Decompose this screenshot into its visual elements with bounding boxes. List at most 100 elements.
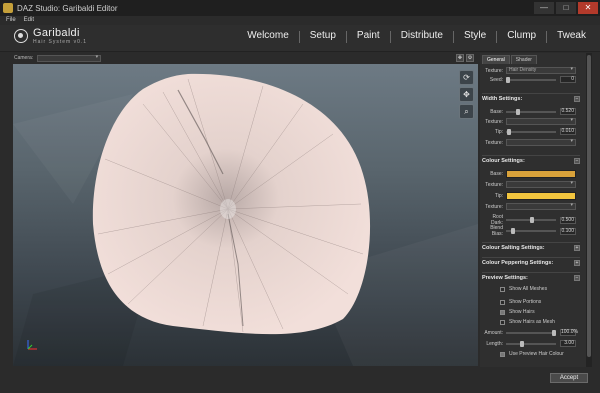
nav-paint[interactable]: Paint (357, 30, 380, 43)
show-hairs-checkbox[interactable] (500, 309, 505, 315)
show-portions-checkbox[interactable] (500, 299, 505, 305)
3d-viewport[interactable]: ⟳ ✥ ⌕ (13, 64, 478, 366)
daz-app-icon (3, 3, 13, 13)
frame-icon[interactable]: ✥ (456, 54, 464, 62)
collapse-icon[interactable]: − (574, 158, 580, 164)
rotate-icon[interactable]: ⟳ (459, 70, 474, 85)
nav-divider (345, 31, 347, 43)
colour-texture-select[interactable] (506, 181, 576, 188)
nav-setup[interactable]: Setup (310, 30, 336, 43)
show-all-meshes-option[interactable]: Show All Meshes (500, 286, 547, 292)
width-base-slider[interactable] (506, 108, 556, 115)
width-tip-value[interactable]: 0.010 (560, 128, 576, 135)
width-texture2-label: Texture: (485, 139, 503, 146)
length-value[interactable]: 3.00 (560, 340, 576, 347)
editor-header: Garibaldi Hair System v0.1 Welcome Setup… (0, 25, 600, 52)
nav-welcome[interactable]: Welcome (247, 30, 289, 43)
nav-tweak[interactable]: Tweak (557, 30, 586, 43)
zoom-icon[interactable]: ⌕ (459, 104, 474, 119)
pan-icon[interactable]: ✥ (459, 87, 474, 102)
colour-salting-title: Colour Salting Settings: (482, 245, 545, 251)
colour-texture-label: Texture: (485, 181, 503, 188)
seed-slider[interactable] (506, 76, 556, 83)
amount-label: Amount: (484, 329, 503, 336)
texture-label: Texture: (485, 67, 503, 74)
garibaldi-logo-icon (14, 29, 28, 43)
camera-label: Camera: (14, 55, 34, 61)
settings-panel: General Shader Texture: Hair Density See… (480, 53, 586, 367)
panel-scrollbar[interactable] (586, 53, 592, 367)
title-bar: DAZ Studio: Garibaldi Editor — □ ✕ (0, 0, 600, 16)
root-dark-slider[interactable] (506, 217, 556, 223)
show-portions-label: Show Portions (509, 299, 542, 305)
seed-label: Seed: (489, 76, 503, 83)
colour-peppering-header[interactable]: Colour Peppering Settings: + (482, 257, 580, 268)
show-hairs-label: Show Hairs (509, 309, 535, 315)
preview-settings-header[interactable]: Preview Settings: − (482, 272, 580, 283)
colour-texture2-select[interactable] (506, 203, 576, 210)
collapse-icon[interactable]: − (574, 96, 580, 102)
colour-salting-header[interactable]: Colour Salting Settings: + (482, 242, 580, 253)
amount-value[interactable]: 100.0% (560, 329, 578, 336)
show-hairs-as-mesh-option[interactable]: Show Hairs as Mesh (500, 319, 555, 325)
width-base-value[interactable]: 0.520 (560, 108, 576, 115)
width-settings-header[interactable]: Width Settings: − (482, 93, 580, 104)
viewport-scene (13, 73, 478, 366)
camera-select[interactable] (37, 54, 102, 62)
menu-file[interactable]: File (6, 16, 16, 25)
logo-subtitle: Hair System v0.1 (33, 39, 88, 45)
tab-general[interactable]: General (482, 55, 510, 64)
colour-base-swatch[interactable] (506, 170, 576, 178)
menu-edit[interactable]: Edit (24, 16, 34, 25)
window-title: DAZ Studio: Garibaldi Editor (17, 3, 118, 13)
minimize-button[interactable]: — (534, 2, 554, 14)
expand-icon[interactable]: + (574, 260, 580, 266)
nav-distribute[interactable]: Distribute (401, 30, 443, 43)
width-texture-label: Texture: (485, 118, 503, 125)
colour-peppering-title: Colour Peppering Settings: (482, 260, 554, 266)
blend-bias-slider[interactable] (506, 228, 556, 234)
colour-base-label: Base: (490, 171, 503, 177)
length-label: Length: (486, 340, 503, 347)
colour-settings-header[interactable]: Colour Settings: − (482, 155, 580, 166)
nav-divider (452, 31, 454, 43)
nav-divider (546, 31, 548, 43)
main-nav: Welcome Setup Paint Distribute Style Clu… (247, 30, 586, 43)
collapse-icon[interactable]: − (574, 275, 580, 281)
show-hairs-as-mesh-checkbox[interactable] (500, 319, 505, 325)
colour-tip-swatch[interactable] (506, 192, 576, 200)
scrollbar-thumb[interactable] (587, 55, 591, 357)
maximize-button[interactable]: □ (556, 2, 576, 14)
width-texture-select[interactable] (506, 118, 576, 125)
colour-texture2-label: Texture: (485, 203, 503, 210)
blend-bias-value[interactable]: 0.100 (560, 227, 576, 235)
amount-slider[interactable] (506, 329, 556, 336)
garibaldi-editor-window: DAZ Studio: Garibaldi Editor — □ ✕ File … (0, 0, 600, 393)
show-portions-option[interactable]: Show Portions (500, 299, 541, 305)
accept-button[interactable]: Accept (550, 373, 588, 383)
expand-icon[interactable]: + (574, 245, 580, 251)
nav-clump[interactable]: Clump (507, 30, 536, 43)
close-button[interactable]: ✕ (578, 2, 598, 14)
blend-bias-label: Blend Bias: (490, 225, 503, 237)
show-hairs-as-mesh-label: Show Hairs as Mesh (509, 319, 555, 325)
nav-divider (298, 31, 300, 43)
width-texture2-select[interactable] (506, 139, 576, 146)
show-hairs-option[interactable]: Show Hairs (500, 309, 535, 315)
use-preview-colour-option[interactable]: Use Preview Hair Colour (500, 351, 564, 357)
nav-divider (496, 31, 498, 43)
tab-shader[interactable]: Shader (510, 55, 537, 64)
settings-icon[interactable]: ⚙ (466, 54, 474, 62)
nav-style[interactable]: Style (464, 30, 486, 43)
texture-select[interactable]: Hair Density (506, 67, 576, 74)
seed-value[interactable]: 0 (560, 76, 576, 83)
nav-divider (389, 31, 391, 43)
colour-tip-label: Tip: (494, 193, 503, 199)
width-settings-title: Width Settings: (482, 96, 523, 102)
root-dark-value[interactable]: 0.500 (560, 216, 576, 224)
width-tip-slider[interactable] (506, 128, 556, 135)
menu-bar: File Edit (0, 16, 600, 25)
use-preview-colour-checkbox[interactable] (500, 351, 505, 357)
show-all-meshes-checkbox[interactable] (500, 286, 505, 292)
length-slider[interactable] (506, 340, 556, 347)
